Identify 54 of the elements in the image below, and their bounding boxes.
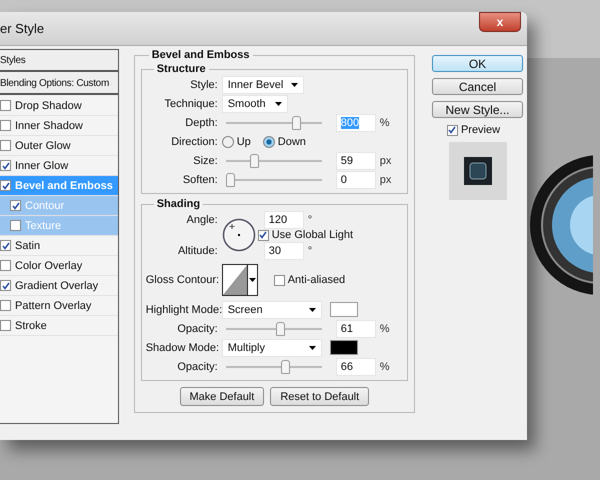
field-label: Depth: — [184, 116, 218, 128]
field-label: Opacity: — [176, 360, 218, 372]
checkbox-option[interactable]: Anti-aliased — [274, 274, 346, 286]
style-item[interactable]: Drop Shadow — [0, 96, 118, 116]
blending-options[interactable]: Blending Options: Custom — [0, 73, 118, 95]
field-label: Gloss Contour: — [146, 274, 218, 286]
group-title: Bevel and Emboss — [150, 49, 251, 61]
style-item[interactable]: Pattern Overlay — [0, 296, 118, 316]
unit-label: ° — [308, 214, 312, 226]
dropdown[interactable]: Inner Bevel — [222, 76, 304, 94]
unit-label: px — [380, 154, 392, 166]
field-label: Size: — [192, 154, 218, 166]
style-item[interactable]: Gradient Overlay — [0, 276, 118, 296]
dialog-button[interactable]: OK — [432, 55, 523, 72]
style-item[interactable]: Stroke — [0, 316, 118, 336]
dropdown[interactable]: Smooth — [222, 94, 288, 112]
field-label: Opacity: — [176, 322, 218, 334]
field-label: Angle: — [186, 214, 218, 226]
unit-label: % — [380, 116, 390, 128]
checkbox-option[interactable]: Preview — [446, 124, 500, 136]
unit-label: % — [380, 360, 390, 372]
number-field[interactable]: 59 — [336, 152, 376, 170]
unit-label: px — [380, 174, 392, 186]
number-field[interactable]: 120 — [264, 210, 304, 228]
number-field[interactable]: 0 — [336, 170, 376, 188]
number-field[interactable]: 61 — [336, 320, 376, 338]
field-label: Technique: — [163, 98, 218, 110]
radio-option[interactable]: Down — [262, 136, 306, 148]
dialog-button[interactable]: Reset to Default — [270, 387, 370, 406]
dialog-button[interactable]: Cancel — [432, 78, 523, 95]
group-title: Structure — [156, 63, 207, 75]
close-button[interactable]: x — [479, 12, 521, 32]
group-title: Shading — [156, 198, 202, 210]
style-item[interactable]: Satin — [0, 236, 118, 256]
style-item[interactable]: Color Overlay — [0, 256, 118, 276]
window-title: er Style — [0, 21, 44, 36]
dropdown[interactable]: Screen — [222, 300, 322, 318]
field-label: Shadow Mode: — [146, 342, 218, 354]
checkbox-option[interactable]: Use Global Light — [258, 229, 395, 241]
number-field[interactable]: 30 — [264, 242, 304, 260]
unit-label: ° — [308, 244, 312, 256]
field-label: Altitude: — [176, 244, 218, 256]
styles-header[interactable]: Styles — [0, 50, 118, 72]
radio-option[interactable]: Up — [222, 136, 251, 148]
unit-label: % — [380, 322, 390, 334]
dropdown[interactable]: Multiply — [222, 338, 322, 356]
field-label: Direction: — [170, 136, 218, 148]
dialog-button[interactable]: Make Default — [180, 387, 264, 406]
field-label: Style: — [189, 78, 218, 90]
field-label: Soften: — [182, 174, 218, 186]
style-item[interactable]: Inner Shadow — [0, 116, 118, 136]
dialog-button[interactable]: New Style... — [432, 101, 523, 118]
style-item[interactable]: Outer Glow — [0, 136, 118, 156]
number-field[interactable]: 66 — [336, 358, 376, 376]
